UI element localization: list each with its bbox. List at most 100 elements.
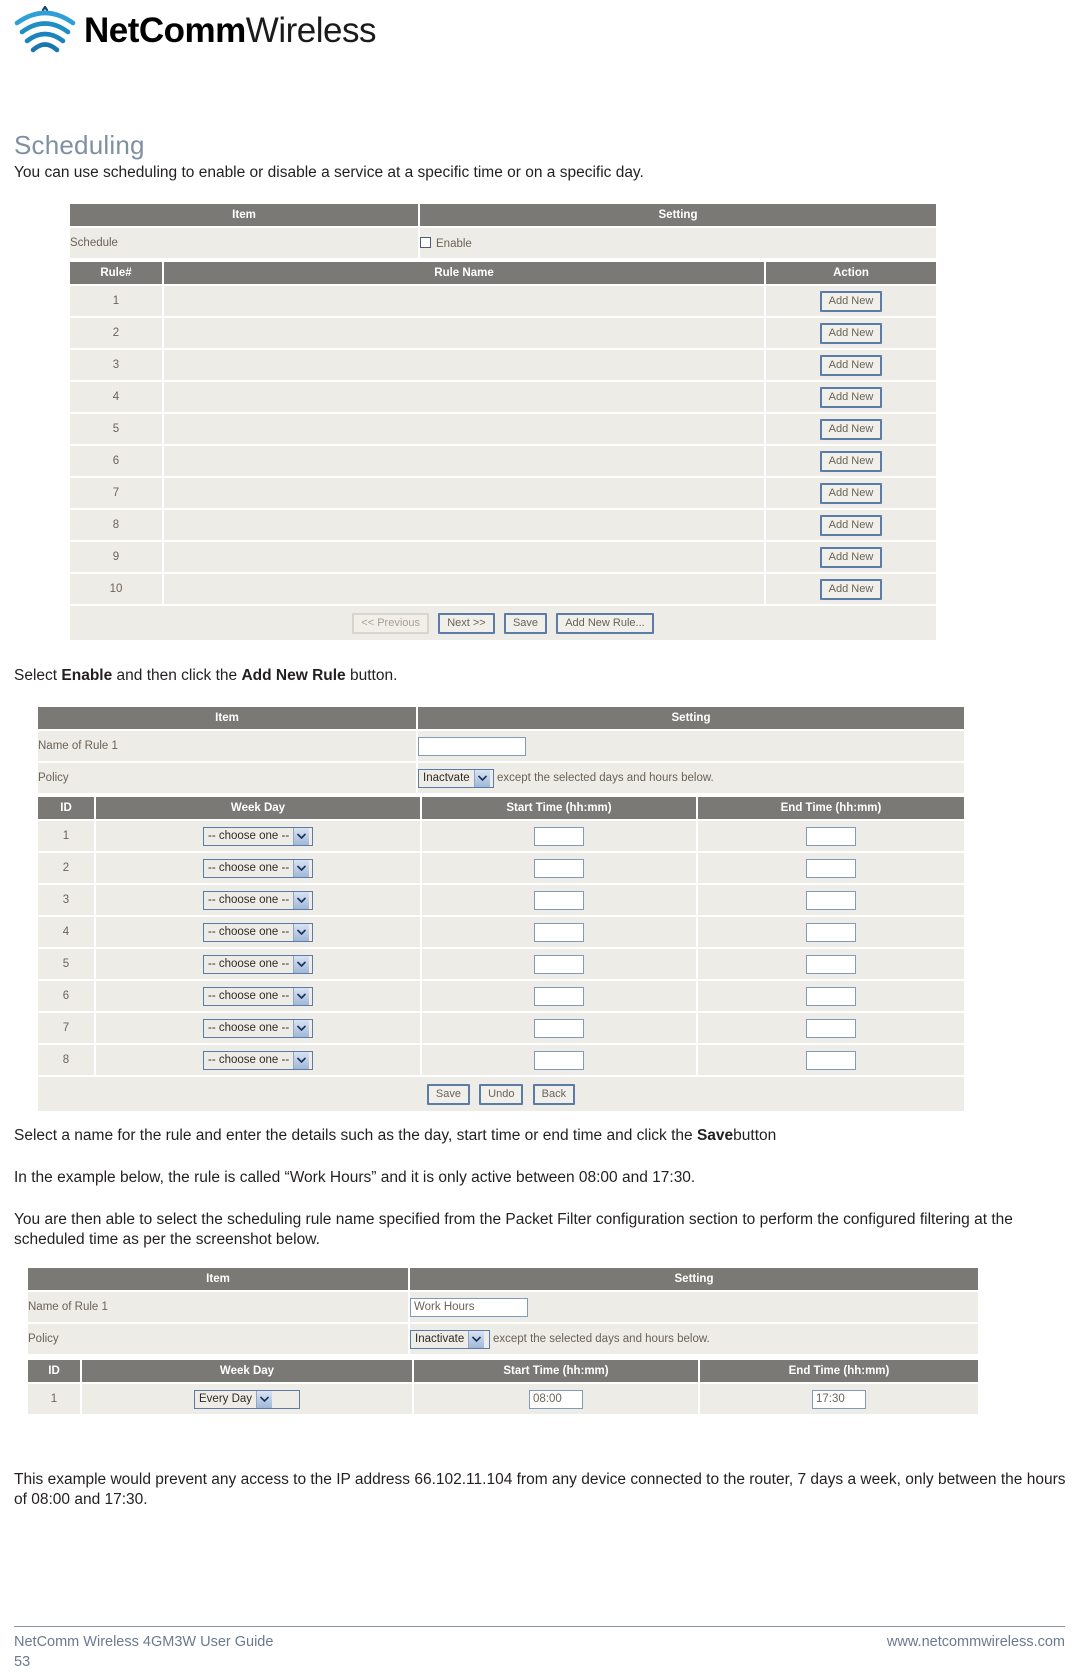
policy-cell: Inactivate except the selected days and … <box>410 1324 978 1356</box>
add-new-button[interactable]: Add New <box>819 546 883 568</box>
week-day-select[interactable]: -- choose one -- <box>203 922 313 942</box>
add-new-button[interactable]: Add New <box>819 322 883 344</box>
rule-number: 9 <box>70 542 164 574</box>
rule-form-buttons-cell: Save Undo Back <box>38 1077 964 1111</box>
save-button[interactable]: Save <box>426 1083 470 1105</box>
start-time-input[interactable] <box>529 1389 583 1409</box>
week-day-select[interactable]: -- choose one -- <box>203 890 313 910</box>
chevron-down-icon <box>293 923 310 941</box>
start-time-cell <box>422 885 698 917</box>
packet-filter-paragraph: You are then able to select the scheduli… <box>14 1211 1013 1248</box>
end-time-input[interactable] <box>806 890 856 910</box>
week-day-select[interactable]: -- choose one -- <box>203 858 313 878</box>
header-end-time: End Time (hh:mm) <box>698 797 964 821</box>
start-time-cell <box>422 1045 698 1077</box>
end-time-input[interactable] <box>806 1050 856 1070</box>
rule-number: 4 <box>70 382 164 414</box>
previous-button[interactable]: << Previous <box>352 612 429 634</box>
rule-number: 5 <box>70 414 164 446</box>
end-time-input[interactable] <box>806 1018 856 1038</box>
week-day-select-value: -- choose one -- <box>208 1053 290 1066</box>
rule-name-input[interactable] <box>418 736 526 756</box>
table-row: 7 -- choose one -- <box>38 1013 964 1045</box>
week-day-select[interactable]: -- choose one -- <box>203 826 313 846</box>
start-time-input[interactable] <box>534 890 584 910</box>
add-new-button[interactable]: Add New <box>819 482 883 504</box>
select-enable-paragraph: Select Enable and then click the Add New… <box>14 666 1066 686</box>
end-time-input[interactable] <box>806 826 856 846</box>
end-time-input[interactable] <box>806 858 856 878</box>
week-day-cell: -- choose one -- <box>96 821 422 853</box>
add-new-button[interactable]: Add New <box>819 578 883 600</box>
week-day-cell: -- choose one -- <box>96 885 422 917</box>
table-row: 2 Add New <box>70 318 936 350</box>
header-setting: Setting <box>420 204 936 228</box>
end-time-cell <box>698 1013 964 1045</box>
end-time-cell <box>698 917 964 949</box>
week-day-select[interactable]: -- choose one -- <box>203 1018 313 1038</box>
back-button[interactable]: Back <box>532 1083 576 1105</box>
header-item: Item <box>70 204 420 228</box>
end-time-input[interactable] <box>806 922 856 942</box>
header-item: Item <box>38 707 418 731</box>
footer-website-link[interactable]: www.netcommwireless.com <box>887 1634 1065 1650</box>
week-day-select[interactable]: Every Day <box>194 1389 300 1409</box>
header-action: Action <box>766 262 936 286</box>
chevron-down-icon <box>293 987 310 1005</box>
rule-name <box>164 286 766 318</box>
rule-number: 3 <box>70 350 164 382</box>
policy-select[interactable]: Inactivate <box>410 1329 490 1349</box>
week-day-select[interactable]: -- choose one -- <box>203 1050 313 1070</box>
add-new-button[interactable]: Add New <box>819 386 883 408</box>
row-id: 3 <box>38 885 96 917</box>
add-new-button[interactable]: Add New <box>819 418 883 440</box>
schedule-enable-checkbox[interactable] <box>420 236 431 248</box>
text-bold-add-new-rule: Add New Rule <box>241 667 346 684</box>
week-day-select-value: -- choose one -- <box>208 1021 290 1034</box>
end-time-cell <box>698 853 964 885</box>
week-day-select-value: Every Day <box>199 1392 253 1405</box>
rule-name-cell <box>410 1292 978 1324</box>
add-new-button[interactable]: Add New <box>819 514 883 536</box>
rule-form-buttons-row: Save Undo Back <box>38 1077 964 1111</box>
brand-name-light: Wireless <box>245 10 377 50</box>
row-id: 2 <box>38 853 96 885</box>
add-new-button[interactable]: Add New <box>819 290 883 312</box>
start-time-input[interactable] <box>534 826 584 846</box>
brand-name-bold: NetComm <box>84 10 246 50</box>
page-title: Scheduling <box>14 130 145 160</box>
save-button[interactable]: Save <box>503 612 548 634</box>
start-time-input[interactable] <box>534 954 584 974</box>
start-time-input[interactable] <box>534 1050 584 1070</box>
week-day-select[interactable]: -- choose one -- <box>203 954 313 974</box>
start-time-input[interactable] <box>534 858 584 878</box>
chevron-down-icon <box>293 859 310 877</box>
rule-name-input[interactable] <box>410 1297 528 1317</box>
end-time-input[interactable] <box>806 986 856 1006</box>
table-row: 6 -- choose one -- <box>38 981 964 1013</box>
add-new-rule-button[interactable]: Add New Rule... <box>556 612 654 634</box>
add-new-button[interactable]: Add New <box>819 450 883 472</box>
footer-page-number: 53 <box>14 1654 31 1670</box>
policy-select[interactable]: Inactvate <box>418 768 494 788</box>
chevron-down-icon <box>293 1051 310 1069</box>
end-time-input[interactable] <box>806 954 856 974</box>
rule-form-empty-top: Item Setting Name of Rule 1 Policy Inact… <box>38 707 964 795</box>
next-button[interactable]: Next >> <box>438 612 495 634</box>
add-new-button[interactable]: Add New <box>819 354 883 376</box>
rule-number: 7 <box>70 478 164 510</box>
rule-name <box>164 414 766 446</box>
start-time-input[interactable] <box>534 1018 584 1038</box>
start-time-input[interactable] <box>534 922 584 942</box>
end-time-input[interactable] <box>812 1389 866 1409</box>
wifi-signal-waves-icon <box>14 5 76 58</box>
start-time-input[interactable] <box>534 986 584 1006</box>
undo-button[interactable]: Undo <box>479 1083 524 1105</box>
week-day-select[interactable]: -- choose one -- <box>203 986 313 1006</box>
rule-action-cell: Add New <box>766 286 936 318</box>
end-time-cell <box>698 821 964 853</box>
table-row: 8 Add New <box>70 510 936 542</box>
week-day-cell: -- choose one -- <box>96 917 422 949</box>
rule-number: 6 <box>70 446 164 478</box>
header-week-day: Week Day <box>96 797 422 821</box>
